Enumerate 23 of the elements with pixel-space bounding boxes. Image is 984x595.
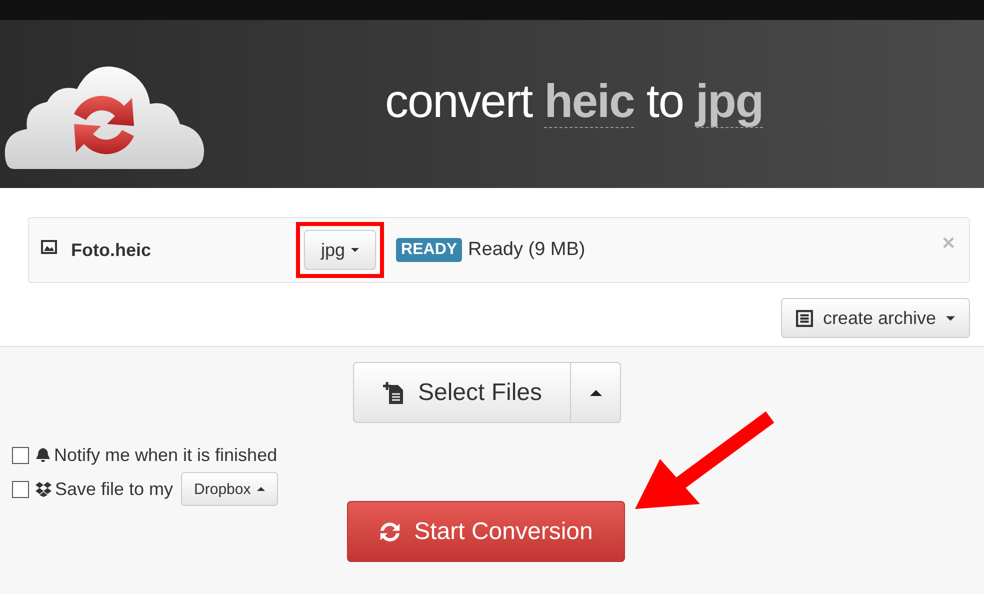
start-conversion-button[interactable]: Start Conversion [346, 501, 624, 562]
caret-up-icon [256, 487, 265, 491]
option-label: Save file to my [55, 478, 174, 500]
dropbox-icon [35, 481, 52, 497]
option-label: Notify me when it is finished [54, 444, 278, 466]
bell-icon [35, 447, 51, 463]
list-icon [796, 310, 813, 326]
checkbox[interactable] [12, 446, 29, 464]
file-status: Ready (9 MB) [468, 239, 586, 261]
create-archive-button[interactable]: create archive [780, 298, 970, 338]
format-dropdown[interactable]: jpg [304, 230, 376, 270]
caret-up-icon [590, 390, 602, 396]
checkbox[interactable] [12, 480, 29, 498]
caret-down-icon [946, 316, 955, 320]
status-badge: READY [396, 238, 462, 262]
dropbox-dropdown[interactable]: Dropbox [181, 472, 278, 506]
add-file-icon [382, 380, 404, 404]
caret-down-icon [351, 248, 360, 252]
image-icon [41, 239, 57, 255]
refresh-icon [378, 520, 402, 544]
page-title: convert heic to jpg [385, 72, 764, 128]
file-name: Foto.heic [71, 240, 152, 260]
select-files-button[interactable]: Select Files [352, 362, 572, 423]
